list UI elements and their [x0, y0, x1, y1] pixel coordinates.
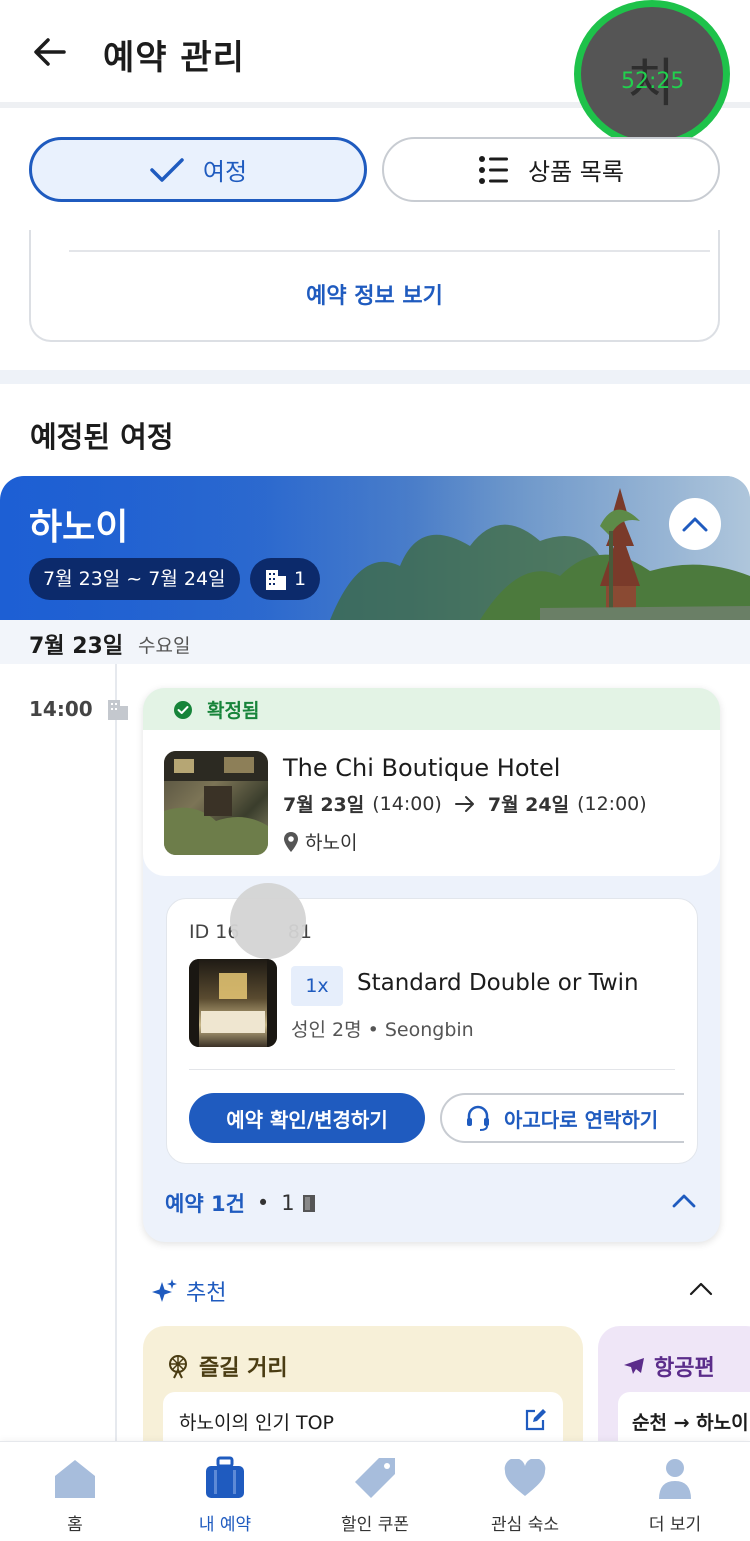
summary-separator: •: [256, 1191, 270, 1215]
stay-dates: 7월 23일 (14:00) 7월 24일 (12:00): [283, 790, 647, 817]
checkin-date: 7월 23일: [283, 794, 365, 816]
checkout-date: 7월 24일: [487, 794, 570, 816]
flights-title: 항공편: [622, 1350, 715, 1382]
manage-booking-button[interactable]: 예약 확인/변경하기: [189, 1093, 425, 1143]
divider: [69, 250, 710, 252]
recommendation-header: 추천: [152, 1275, 226, 1307]
ferris-wheel-icon: [169, 1355, 187, 1379]
tab-trip-label: 여정: [202, 158, 248, 186]
booking-info-card: 예약 정보 보기: [29, 230, 720, 342]
touch-indicator: [230, 883, 306, 959]
hotel-count: 1: [293, 568, 307, 590]
section-title: 예정된 여정: [30, 420, 174, 454]
nav-coupons-label: 할인 쿠폰: [341, 1515, 409, 1535]
nav-more[interactable]: 더 보기: [600, 1456, 750, 1536]
confirmed-check-icon: [174, 701, 192, 719]
nav-my-bookings[interactable]: 내 예약: [150, 1456, 300, 1536]
room-count: 1: [281, 1191, 295, 1215]
booking-card[interactable]: 확정됨 The Chi Boutique Hotel 7월 23일 (14:00…: [143, 688, 720, 1242]
chevron-up-icon: [682, 517, 708, 532]
chevron-up-icon[interactable]: [688, 1281, 714, 1297]
section-separator: [0, 370, 750, 384]
checkin-time-label: 14:00: [29, 697, 93, 721]
person-icon: [657, 1456, 693, 1500]
list-icon: [479, 155, 509, 184]
hotel-building-icon: [265, 570, 286, 590]
day-weekday: 수요일: [138, 635, 191, 657]
collapse-trip-button[interactable]: [669, 498, 721, 550]
room-thumbnail: [189, 959, 277, 1047]
home-icon: [53, 1456, 97, 1500]
page-title: 예약 관리: [103, 38, 245, 78]
trip-banner: 하노이 7월 23일 ~ 7월 24일 1: [0, 476, 750, 620]
tab-trip[interactable]: 여정: [29, 137, 367, 202]
nav-home[interactable]: 홈: [0, 1456, 150, 1536]
nav-more-label: 더 보기: [648, 1515, 702, 1535]
activities-title: 즐길 거리: [165, 1350, 288, 1382]
recommendation-label: 추천: [186, 1281, 227, 1306]
tag-icon: [353, 1456, 397, 1500]
hotel-summary[interactable]: The Chi Boutique Hotel 7월 23일 (14:00) 7월…: [143, 730, 720, 876]
edit-icon[interactable]: [523, 1408, 547, 1432]
location-pin-icon: [284, 831, 298, 852]
room-quantity-badge: 1x: [291, 966, 343, 1006]
screen-record-timer: 치 52:25: [574, 0, 730, 148]
back-button[interactable]: [30, 32, 70, 72]
tab-product-list[interactable]: 상품 목록: [382, 137, 720, 202]
booking-summary[interactable]: 예약 1건 • 1: [165, 1188, 317, 1218]
checkin-time: (14:00): [372, 792, 442, 815]
nav-favorites[interactable]: 관심 숙소: [450, 1456, 600, 1536]
airplane-icon: [624, 1358, 644, 1374]
room-name: Standard Double or Twin: [357, 970, 639, 996]
status-bar: 확정됨: [143, 688, 720, 730]
back-arrow-icon: [34, 38, 66, 66]
nav-my-bookings-label: 내 예약: [198, 1515, 252, 1535]
door-icon: [302, 1195, 315, 1212]
room-booking-box: ID 16 81 1x Standard Double or Twin 성인 2…: [166, 883, 698, 1164]
nav-favorites-label: 관심 숙소: [491, 1515, 559, 1535]
activities-item-label: 하노이의 인기 TOP: [179, 1412, 334, 1434]
nav-coupons[interactable]: 할인 쿠폰: [300, 1456, 450, 1536]
trip-city: 하노이: [29, 507, 129, 548]
checkout-time: (12:00): [577, 792, 647, 815]
nav-home-label: 홈: [67, 1515, 83, 1535]
contact-agoda-button[interactable]: 아고다로 연락하기: [440, 1093, 684, 1143]
timeline-line: [115, 664, 117, 1441]
trip-date-range: 7월 23일 ~ 7월 24일: [29, 558, 240, 600]
location-text: 하노이: [305, 832, 358, 854]
check-icon: [150, 157, 184, 182]
activities-title-text: 즐길 거리: [199, 1356, 288, 1381]
tab-product-list-label: 상품 목록: [528, 158, 624, 186]
divider: [189, 1069, 675, 1070]
hotel-thumbnail: [164, 751, 268, 855]
sparkle-icon: [152, 1279, 177, 1302]
headset-icon: [467, 1105, 489, 1131]
chevron-up-icon[interactable]: [671, 1193, 697, 1209]
date-row: 7월 23일 수요일: [0, 620, 750, 664]
booking-count: 예약 1건: [165, 1192, 245, 1216]
day-date: 7월 23일: [29, 634, 124, 659]
arrow-right-icon: [454, 795, 474, 812]
flights-title-text: 항공편: [654, 1356, 715, 1381]
hotel-location: 하노이: [283, 828, 357, 855]
timeline-hotel-icon: [106, 696, 130, 720]
suitcase-icon: [204, 1456, 246, 1500]
contact-agoda-label: 아고다로 연락하기: [504, 1107, 659, 1132]
view-booking-info-link[interactable]: 예약 정보 보기: [31, 278, 718, 310]
hotel-name: The Chi Boutique Hotel: [283, 754, 561, 782]
bottom-navigation: 홈 내 예약 할인 쿠폰 관심 숙소 더 보기: [0, 1441, 750, 1541]
status-badge: 확정됨: [207, 700, 260, 722]
heart-icon: [504, 1456, 546, 1500]
room-guests: 성인 2명 • Seongbin: [291, 1019, 474, 1041]
timer-overlay-text: 52:25: [621, 69, 685, 94]
hotel-count-badge: 1: [250, 558, 320, 600]
